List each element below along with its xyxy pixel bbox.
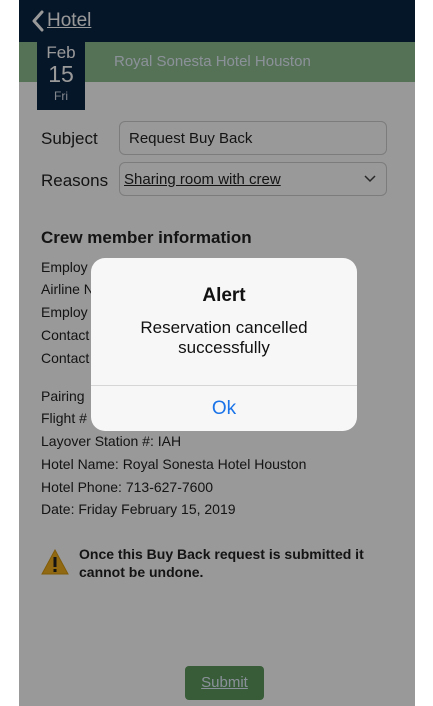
screen: Hotel Royal Sonesta Hotel Houston Feb 15…: [19, 0, 415, 706]
alert-message: Reservation cancelled successfully: [140, 318, 308, 357]
ok-button[interactable]: Ok: [91, 386, 357, 431]
alert-dialog: Alert Reservation cancelled successfully…: [91, 258, 357, 431]
alert-title: Alert: [202, 285, 246, 306]
